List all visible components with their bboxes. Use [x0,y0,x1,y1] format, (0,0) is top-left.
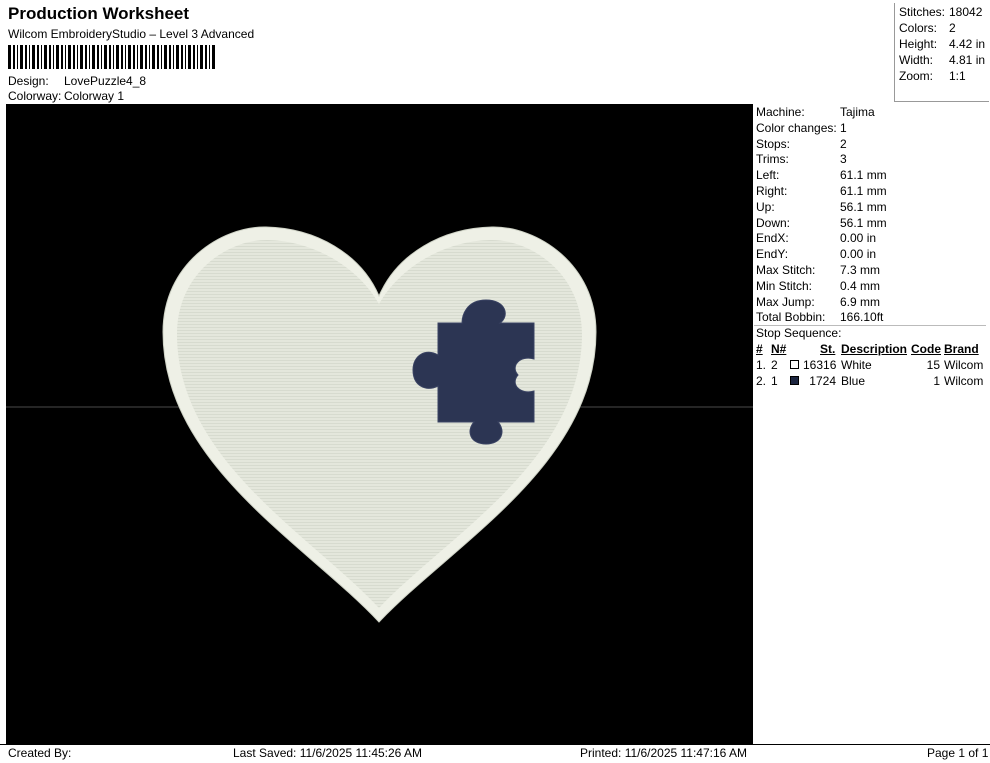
detail-down: Down: 56.1 mm [756,216,887,230]
worksheet-header: Production Worksheet Wilcom EmbroiderySt… [0,0,990,104]
detail-max-stitch: Max Stitch: 7.3 mm [756,263,881,277]
worksheet-footer: Created By: Last Saved: 11/6/2025 11:45:… [0,744,990,763]
details-panel: Machine: Tajima Color changes: 1 Stops: 2 T… [754,104,986,744]
row-brand: Wilcom [944,374,984,388]
detail-total-bobbin: Total Bobbin: 166.10ft [756,310,884,324]
thread-swatch [790,376,799,385]
design-preview [6,226,753,623]
colorway-label: Colorway: [8,89,62,103]
row-stitches: 1724 [809,374,836,388]
detail-left: Left: 61.1 mm [756,168,887,182]
row-code: 1 [933,374,940,388]
col-num: # [756,342,763,356]
detail-machine: Machine: Tajima [756,105,875,119]
last-saved: Last Saved: 11/6/2025 11:45:26 AM [233,746,423,760]
row-num: 1. [756,358,767,372]
thread-swatch [790,360,799,369]
row-description: Blue [841,374,866,388]
detail-up: Up: 56.1 mm [756,200,887,214]
detail-color-changes: Color changes: 1 [756,121,847,135]
row-description: White [841,358,872,372]
page-number: Page 1 of 1 [927,746,989,760]
row-needle: 2 [771,358,778,372]
detail-min-stitch: Min Stitch: 0.4 mm [756,279,881,293]
row-code: 15 [926,358,940,372]
col-description: Description [841,342,908,356]
stat-width: Width: 4.81 in [899,53,986,67]
colorway-name: Colorway 1 [64,89,125,103]
barcode-icon [8,45,215,69]
detail-endy: EndY: 0.00 in [756,247,877,261]
row-brand: Wilcom [944,358,984,372]
stop-sequence-title: Stop Sequence: [756,326,842,340]
row-stitches: 16316 [803,358,837,372]
stat-colors: Colors: 2 [899,21,956,35]
design-name: LovePuzzle4_8 [64,74,147,88]
worksheet-title: Production Worksheet [8,4,190,23]
design-label: Design: [8,74,49,88]
row-needle: 1 [771,374,778,388]
col-needle: N# [771,342,787,356]
created-by: Created By: [8,746,72,760]
col-stitches: St. [820,342,836,356]
design-canvas[interactable] [6,104,753,744]
software-name: Wilcom EmbroideryStudio – Level 3 Advanc… [8,27,255,41]
detail-endx: EndX: 0.00 in [756,231,877,245]
detail-right: Right: 61.1 mm [756,184,887,198]
stat-stitches: Stitches: 18042 [899,5,983,19]
col-code: Code [911,342,941,356]
stat-height: Height: 4.42 in [899,37,986,51]
col-brand: Brand [944,342,979,356]
stat-zoom: Zoom: 1:1 [899,69,966,83]
design-stats: Stitches: 18042 Colors: 2 Height: 4.42 in W… [894,3,989,102]
row-num: 2. [756,374,767,388]
printed-date: Printed: 11/6/2025 11:47:16 AM [580,746,748,760]
detail-max-jump: Max Jump: 6.9 mm [756,295,881,309]
detail-stops: Stops: 2 [756,137,847,151]
detail-trims: Trims: 3 [756,152,847,166]
